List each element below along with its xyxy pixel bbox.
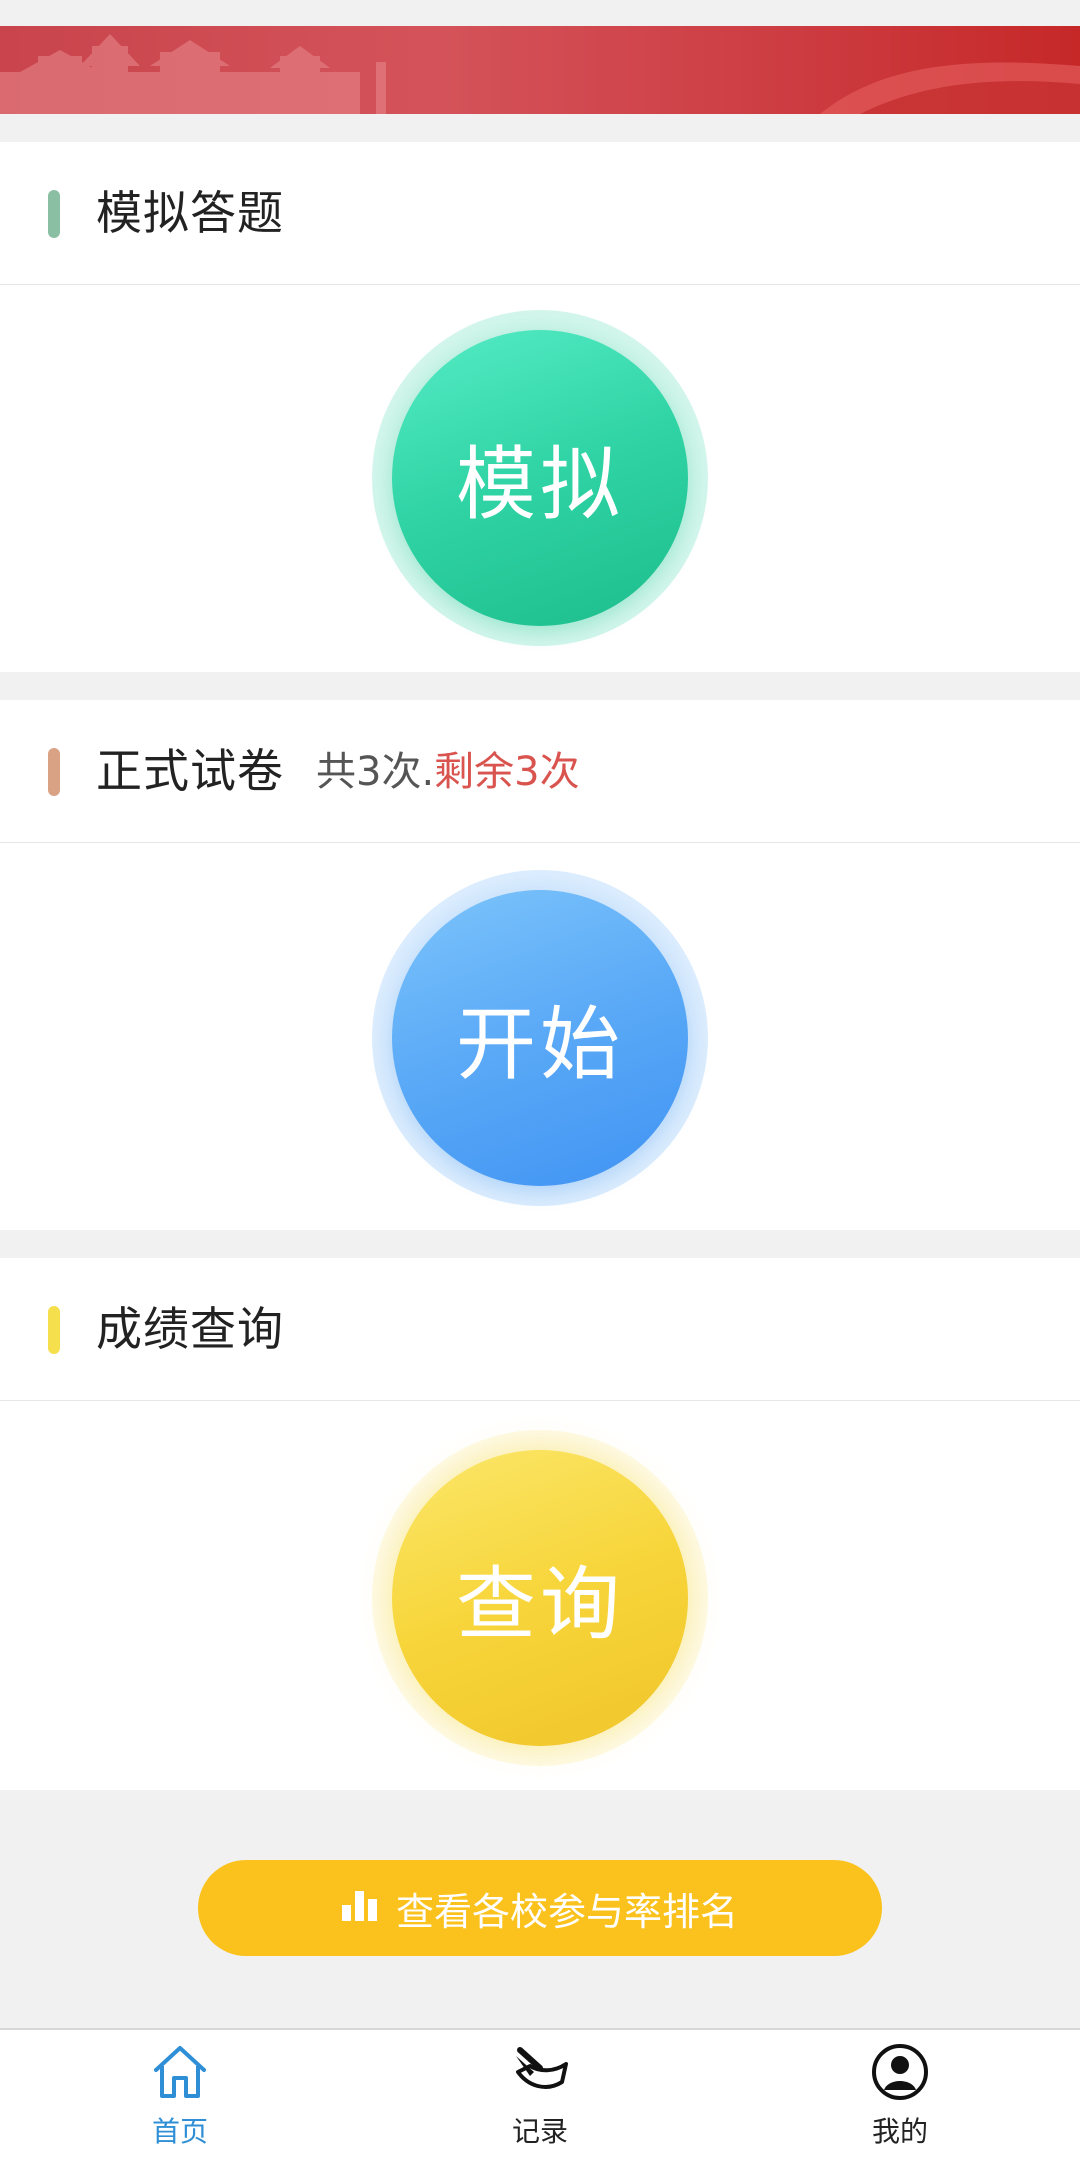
mock-section: 模拟答题 模拟 (0, 142, 1080, 672)
tab-record-label: 记录 (511, 2115, 568, 2148)
mock-section-header: 模拟答题 (0, 142, 1080, 285)
mock-button[interactable]: 模拟 (392, 330, 688, 626)
attempts-remaining: 剩余3次 (434, 749, 580, 795)
participation-ranking-button[interactable]: 查看各校参与率排名 (198, 1860, 882, 1956)
profile-icon (870, 2042, 930, 2102)
start-button-label: 开始 (456, 998, 624, 1091)
home-icon (150, 2042, 210, 2102)
header-banner (0, 26, 1080, 114)
section-title: 模拟答题 (96, 186, 284, 240)
score-section-header: 成绩查询 (0, 1258, 1080, 1401)
bottom-tab-bar: 首页 记录 我的 (0, 2028, 1080, 2162)
exam-section: 正式试卷 共3次.剩余3次 开始 (0, 700, 1080, 1230)
section-title: 正式试卷 (96, 744, 284, 798)
query-button-halo: 查询 (372, 1430, 708, 1766)
section-accent-bar (48, 748, 60, 796)
start-button[interactable]: 开始 (392, 890, 688, 1186)
score-section: 成绩查询 查询 (0, 1258, 1080, 1790)
tab-home[interactable]: 首页 (80, 2030, 280, 2162)
section-title: 成绩查询 (96, 1302, 284, 1356)
mock-button-halo: 模拟 (372, 310, 708, 646)
ranking-button-label: 查看各校参与率排名 (395, 1889, 738, 1934)
section-accent-bar (48, 190, 60, 238)
record-icon (510, 2042, 570, 2102)
query-button[interactable]: 查询 (392, 1450, 688, 1746)
tab-profile-label: 我的 (871, 2115, 928, 2148)
tab-profile[interactable]: 我的 (800, 2030, 1000, 2162)
attempts-note: 共3次.剩余3次 (316, 742, 580, 802)
section-accent-bar (48, 1306, 60, 1354)
start-button-halo: 开始 (372, 870, 708, 1206)
tab-home-label: 首页 (151, 2115, 208, 2148)
mock-button-label: 模拟 (456, 438, 624, 531)
exam-section-header: 正式试卷 共3次.剩余3次 (0, 700, 1080, 843)
attempts-total: 共3次. (316, 749, 435, 795)
bar-chart-icon (341, 1886, 378, 1930)
banner-decoration (0, 34, 1080, 114)
tab-record[interactable]: 记录 (440, 2030, 640, 2162)
query-button-label: 查询 (456, 1558, 624, 1651)
